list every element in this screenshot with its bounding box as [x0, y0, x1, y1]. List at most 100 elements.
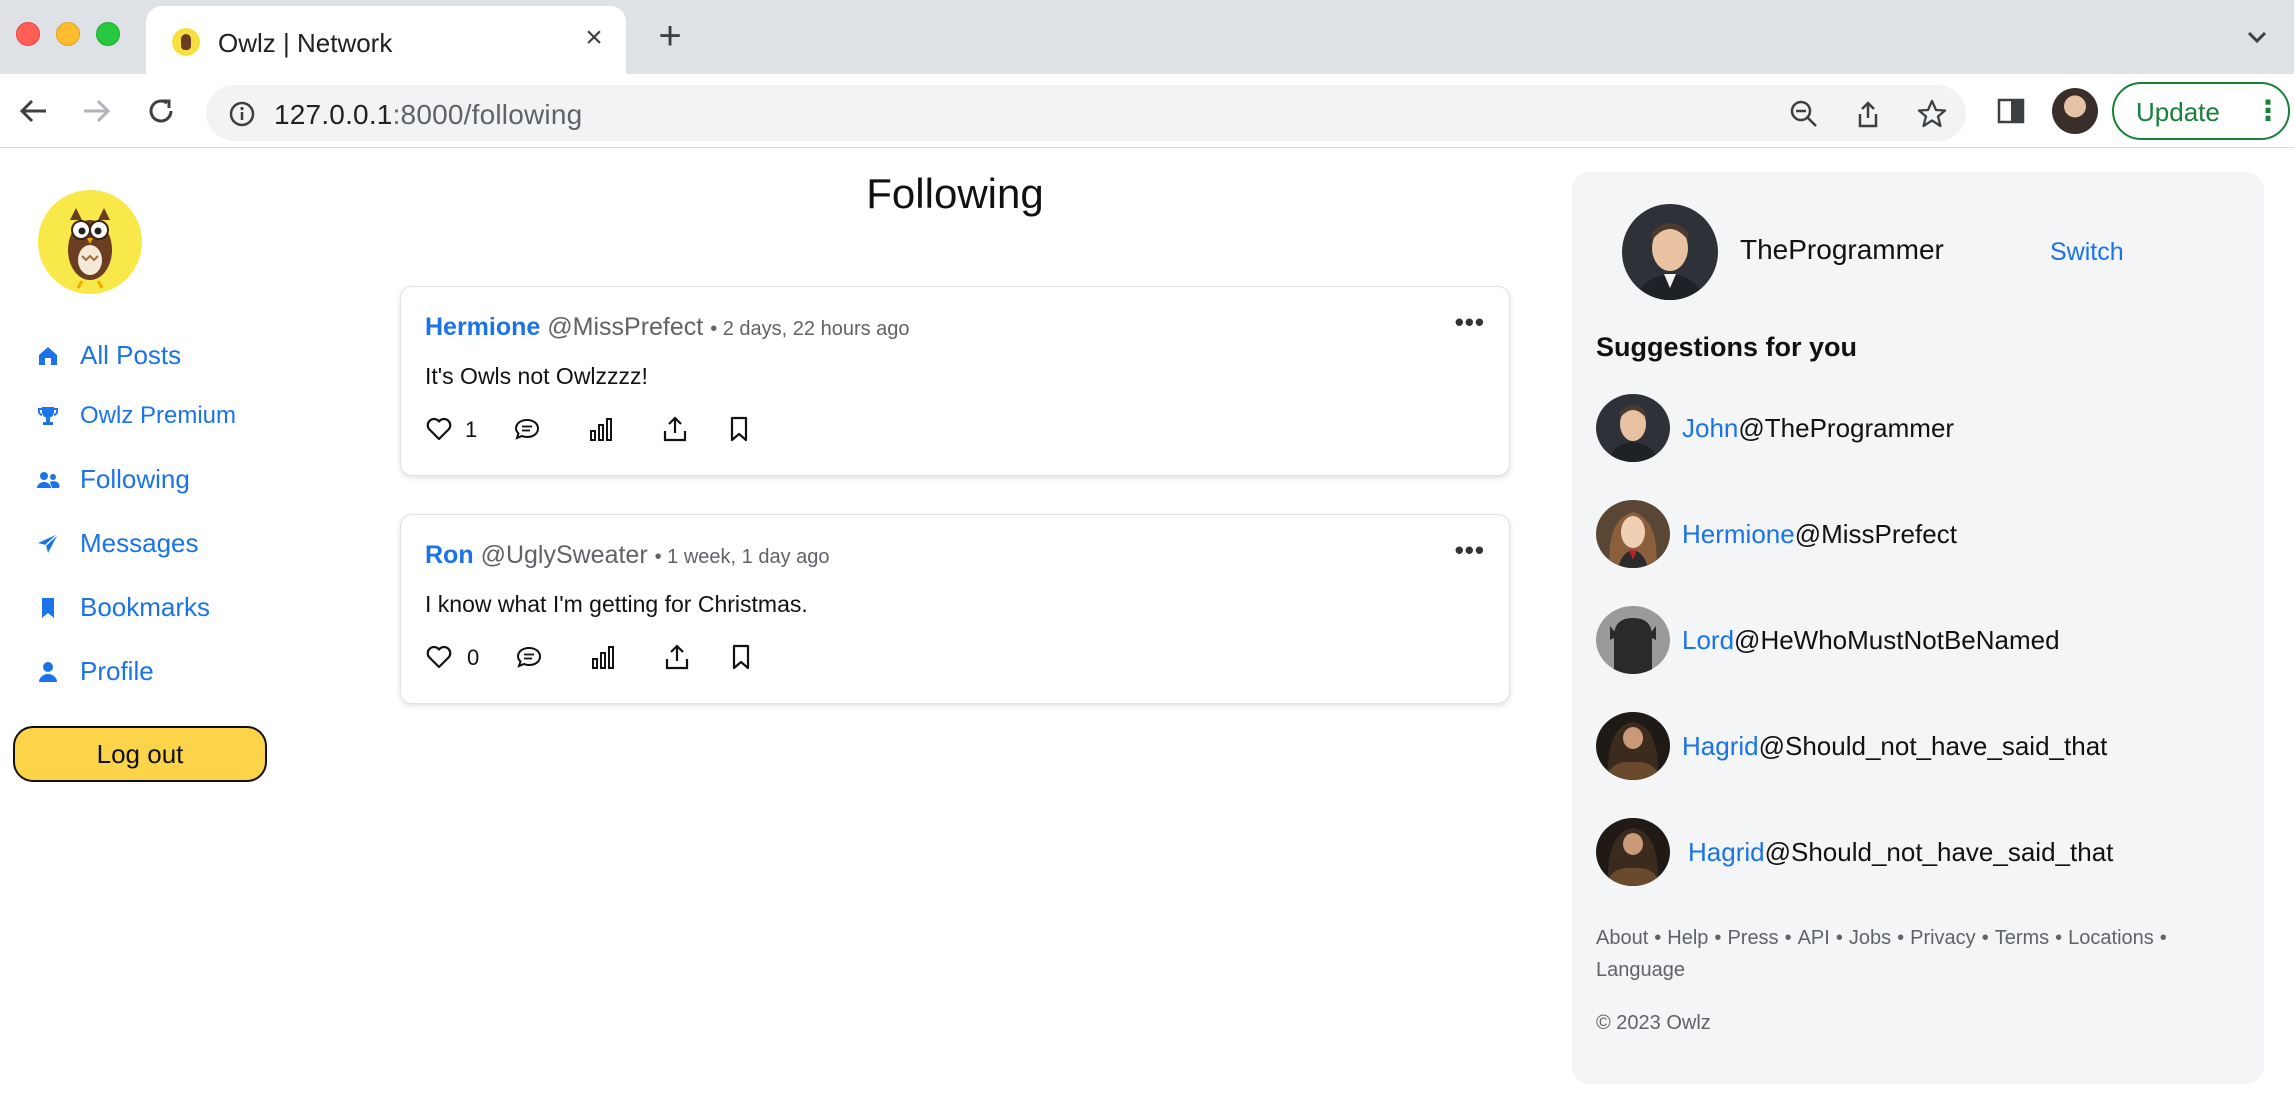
share-icon[interactable]: [1852, 98, 1884, 130]
sidebar-item-label: Bookmarks: [80, 592, 211, 622]
footer-separator: •: [2055, 927, 2063, 949]
footer-link-help[interactable]: Help: [1667, 927, 1708, 949]
more-vertical-icon: ⋮: [2254, 95, 2282, 126]
suggestion-handle: @MissPrefect: [1794, 518, 1957, 549]
bookmark-outline-icon[interactable]: [725, 415, 753, 443]
suggestion-item[interactable]: Lord @HeWhoMustNotBeNamed: [1596, 606, 2060, 674]
footer-link-jobs[interactable]: Jobs: [1849, 927, 1891, 949]
sidebar-item-messages[interactable]: Messages: [36, 528, 199, 559]
sidebar-item-bookmarks[interactable]: Bookmarks: [36, 592, 210, 623]
bookmark-outline-icon[interactable]: [727, 643, 755, 671]
footer-link-language[interactable]: Language: [1596, 959, 1685, 981]
suggestion-handle: @HeWhoMustNotBeNamed: [1734, 624, 2060, 655]
page: All Posts Owlz Premium Following Message…: [0, 148, 2294, 1110]
tab-search-chevron-icon[interactable]: [2242, 22, 2272, 52]
post-handle: @MissPrefect: [547, 313, 704, 341]
sidebar-item-label: All Posts: [80, 340, 182, 370]
url-text: 127.0.0.1:8000/following: [274, 99, 582, 131]
suggestion-avatar: [1596, 712, 1670, 780]
suggestion-handle: @Should_not_have_said_that: [1764, 836, 2114, 867]
new-tab-button[interactable]: +: [652, 16, 688, 56]
comment-icon[interactable]: [513, 415, 541, 443]
comment-icon[interactable]: [515, 643, 543, 671]
suggestion-name-link[interactable]: Hagrid: [1688, 837, 1765, 868]
suggestion-avatar: [1596, 818, 1670, 886]
zoom-out-icon[interactable]: [1788, 98, 1820, 130]
footer-separator: •: [1897, 927, 1905, 949]
suggestion-name-link[interactable]: Hermione: [1682, 519, 1795, 550]
forward-arrow-icon[interactable]: [78, 92, 116, 130]
browser-toolbar: 127.0.0.1:8000/following Update ⋮: [0, 74, 2294, 148]
suggestion-item[interactable]: Hermione @MissPrefect: [1596, 500, 1957, 568]
post-actions: 0: [425, 643, 785, 673]
url-host: 127.0.0.1: [274, 99, 393, 130]
sidebar-item-label: Owlz Premium: [80, 402, 237, 429]
stats-icon[interactable]: [587, 415, 615, 443]
heart-icon[interactable]: [425, 643, 453, 671]
owlz-logo[interactable]: [38, 190, 142, 294]
paper-plane-icon: [38, 532, 59, 553]
suggestion-name-link[interactable]: Hagrid: [1682, 731, 1759, 762]
window-zoom-button[interactable]: [96, 22, 120, 46]
more-options-icon[interactable]: •••: [1455, 537, 1485, 563]
window-minimize-button[interactable]: [56, 22, 80, 46]
bookmark-star-icon[interactable]: [1916, 98, 1948, 130]
footer-separator: •: [2159, 927, 2167, 949]
sidebar-item-owlz-premium[interactable]: Owlz Premium: [36, 402, 236, 430]
home-icon: [39, 346, 57, 365]
post-card: Ron @UglySweater • 1 week, 1 day ago •••…: [400, 514, 1510, 704]
footer-link-privacy[interactable]: Privacy: [1910, 927, 1976, 949]
sidebar-item-all-posts[interactable]: All Posts: [36, 340, 181, 371]
reload-icon[interactable]: [142, 92, 180, 130]
footer-separator: •: [1714, 927, 1722, 949]
update-button[interactable]: Update ⋮: [2112, 82, 2290, 140]
suggestions-heading: Suggestions for you: [1596, 332, 1858, 362]
tab-close-icon[interactable]: ×: [578, 22, 610, 54]
suggestion-item[interactable]: Hagrid @Should_not_have_said_that: [1596, 712, 2107, 780]
suggestion-handle: @Should_not_have_said_that: [1758, 730, 2108, 761]
more-options-icon[interactable]: •••: [1455, 309, 1485, 335]
post-body: I know what I'm getting for Christmas.: [425, 591, 808, 617]
post-timestamp: • 2 days, 22 hours ago: [710, 318, 910, 340]
user-icon: [39, 661, 57, 682]
suggestion-item[interactable]: John @TheProgrammer: [1596, 394, 1954, 462]
sidebar-item-profile[interactable]: Profile: [36, 656, 154, 687]
post-author-link[interactable]: Hermione: [425, 313, 540, 341]
window-close-button[interactable]: [16, 22, 40, 46]
post-actions: 1: [425, 415, 785, 445]
like-count: 1: [465, 417, 478, 442]
suggestion-avatar: [1596, 606, 1670, 674]
suggestion-avatar: [1596, 394, 1670, 462]
post-header: Hermione @MissPrefect • 2 days, 22 hours…: [425, 313, 910, 342]
address-bar[interactable]: 127.0.0.1:8000/following: [206, 85, 1966, 141]
suggestion-name-link[interactable]: John: [1682, 413, 1738, 444]
footer-link-locations[interactable]: Locations: [2068, 927, 2154, 949]
post-card: Hermione @MissPrefect • 2 days, 22 hours…: [400, 286, 1510, 476]
sidebar-item-following[interactable]: Following: [36, 464, 190, 495]
footer-link-api[interactable]: API: [1798, 927, 1830, 949]
upload-share-icon[interactable]: [661, 415, 689, 443]
browser-tab-active[interactable]: Owlz | Network ×: [146, 6, 626, 74]
footer-link-terms[interactable]: Terms: [1995, 927, 2049, 949]
stats-icon[interactable]: [589, 643, 617, 671]
heart-icon[interactable]: [425, 415, 453, 443]
side-panel-icon[interactable]: [1996, 96, 2026, 126]
back-arrow-icon[interactable]: [14, 92, 52, 130]
current-user-avatar[interactable]: [1622, 204, 1718, 300]
suggestion-name-link[interactable]: Lord: [1682, 625, 1734, 656]
logout-button[interactable]: Log out: [13, 726, 267, 782]
footer-link-about[interactable]: About: [1596, 927, 1648, 949]
site-info-icon[interactable]: [228, 100, 256, 128]
post-author-link[interactable]: Ron: [425, 541, 474, 569]
trophy-icon: [37, 407, 59, 425]
footer-link-press[interactable]: Press: [1727, 927, 1778, 949]
switch-account-link[interactable]: Switch: [2050, 238, 2124, 267]
copyright-text: © 2023 Owlz: [1596, 1012, 1711, 1034]
suggestion-item[interactable]: Hagrid @Should_not_have_said_that: [1596, 818, 2113, 886]
browser-profile-avatar[interactable]: [2052, 88, 2098, 134]
footer-separator: •: [1784, 927, 1792, 949]
users-icon: [37, 471, 60, 488]
browser-tab-strip: Owlz | Network × +: [0, 0, 2294, 74]
upload-share-icon[interactable]: [663, 643, 691, 671]
current-username: TheProgrammer: [1740, 234, 1944, 265]
